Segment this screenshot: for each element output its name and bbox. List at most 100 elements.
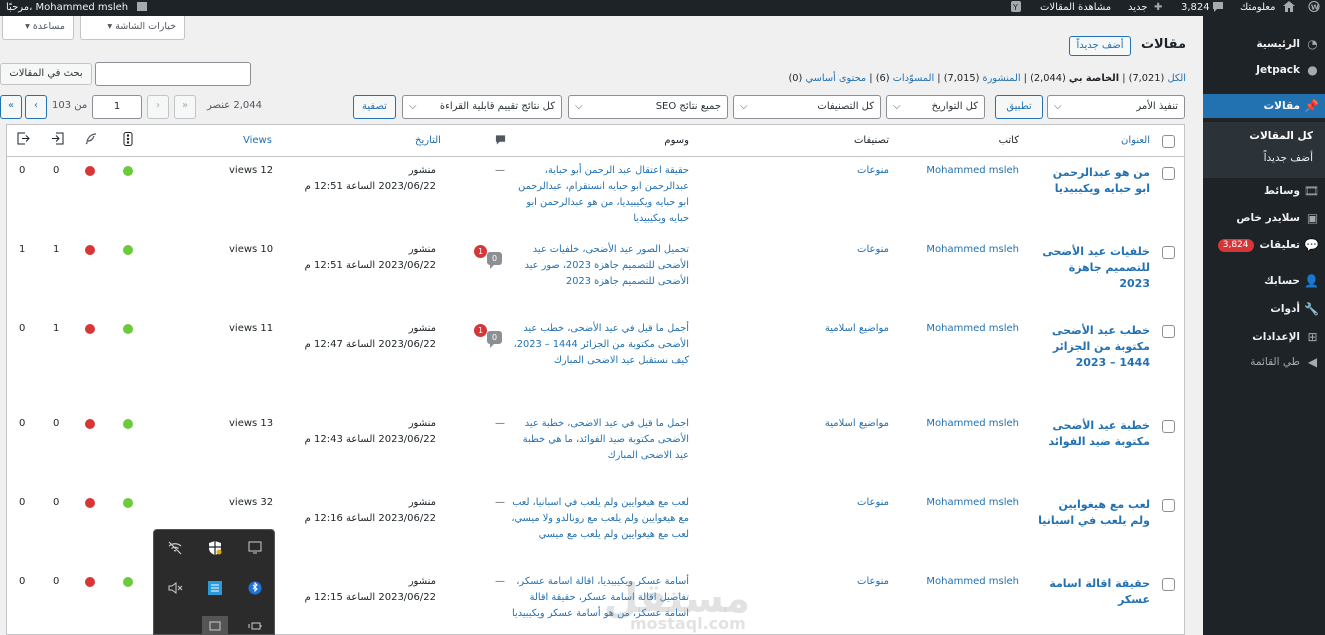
col-date[interactable]: التاريخ — [415, 125, 441, 156]
row-checkbox[interactable] — [1162, 167, 1175, 180]
post-title-link[interactable]: خلفيات عيد الأضحى للتصميم جاهزة 2023 — [1038, 244, 1150, 292]
seo-score-dot — [123, 245, 133, 255]
post-author[interactable]: Mohammed msleh — [926, 321, 1019, 337]
post-category[interactable]: منوعات — [857, 242, 889, 258]
wordpress-icon[interactable]: W — [1308, 0, 1320, 16]
internal-links-in: 0 — [53, 165, 60, 176]
submenu-all-posts[interactable]: كل المقالات — [1203, 130, 1325, 142]
post-author[interactable]: Mohammed msleh — [926, 242, 1019, 258]
yoast-icon[interactable]: Y — [1010, 0, 1022, 16]
post-tags[interactable]: اجمل ما قيل في عيد الاضحى، خطبة عيد الأض… — [509, 416, 689, 464]
filter-mine[interactable]: الخاصة بي — [1069, 73, 1119, 84]
dashboard-icon: ◔ — [1307, 37, 1318, 51]
categories-select[interactable]: كل التصنيفات ⌵ — [733, 95, 881, 119]
user-greeting[interactable]: مرحبًا، Mohammed msleh — [6, 0, 128, 16]
post-date: 2023/06/22 الساعة 12:51 م — [304, 181, 436, 192]
post-title-link[interactable]: خطب عيد الأضحى مكتوبة من الجزائر 1444 – … — [1038, 323, 1150, 371]
monitor-icon[interactable] — [244, 540, 266, 562]
seo-select[interactable]: جميع نتائج SEO ⌵ — [568, 95, 728, 119]
post-title-link[interactable]: لعب مع هيغوايين ولم يلعب في اسبانيا — [1038, 497, 1150, 529]
select-all-checkbox[interactable] — [1162, 135, 1175, 148]
dates-select[interactable]: كل التواريخ ⌵ — [886, 95, 985, 119]
add-new-button[interactable]: أضف جديداً — [1069, 36, 1131, 56]
readability-select[interactable]: كل نتائج تقييم قابلية القراءة ⌵ — [402, 95, 562, 119]
comment-bubble-icon[interactable]: 0 — [487, 331, 502, 348]
post-category[interactable]: مواضيع اسلامية — [825, 321, 889, 337]
post-tags[interactable]: تحميل الصور عيد الأضحى، خلفيات عيد الأضح… — [509, 242, 689, 290]
security-shield-icon[interactable] — [204, 540, 226, 562]
comment-icon[interactable] — [1212, 0, 1224, 16]
plus-icon[interactable]: ✚ — [1154, 0, 1162, 16]
row-checkbox[interactable] — [1162, 578, 1175, 591]
post-author[interactable]: Mohammed msleh — [926, 416, 1019, 432]
chevron-down-icon: ⌵ — [409, 101, 417, 112]
app-tray-icon[interactable] — [204, 580, 226, 602]
post-tags[interactable]: أجمل ما قيل في عيد الأضحى، خطب عيد الأضح… — [509, 321, 689, 369]
row-checkbox[interactable] — [1162, 420, 1175, 433]
view-posts-link[interactable]: مشاهدة المقالات — [1040, 0, 1111, 16]
filter-cornerstone[interactable]: محتوى أساسي — [805, 73, 866, 84]
search-button[interactable]: بحث في المقالات — [0, 63, 92, 85]
readability-score-dot — [85, 324, 95, 334]
menu-settings[interactable]: ⊞ الإعدادات — [1203, 325, 1325, 349]
prev-page-button[interactable]: ‹ — [147, 95, 169, 119]
filter-button[interactable]: تصفية — [353, 95, 396, 119]
settings-icon: ⊞ — [1307, 330, 1318, 344]
post-title-link[interactable]: حقيقة اقالة اسامة عسكر — [1038, 576, 1150, 608]
no-wifi-icon[interactable] — [164, 540, 186, 562]
post-title-link[interactable]: من هو عبدالرحمن ابو حبايه ويكيبيديا — [1038, 165, 1150, 197]
filter-drafts[interactable]: المسوّدات — [893, 73, 934, 84]
post-category[interactable]: منوعات — [857, 495, 889, 511]
home-icon[interactable] — [1283, 0, 1295, 16]
last-page-button[interactable]: » — [0, 95, 22, 119]
post-views: views 10 — [229, 244, 274, 255]
row-checkbox[interactable] — [1162, 246, 1175, 259]
post-tags[interactable]: لعب مع هيغوايين ولم يلعب في اسبانيا، لعب… — [509, 495, 689, 543]
col-views[interactable]: Views — [243, 125, 272, 156]
new-content-label[interactable]: جديد — [1128, 0, 1147, 16]
menu-slider[interactable]: ▣ سلايدر خاص — [1203, 206, 1325, 230]
site-name[interactable]: معلومتك — [1240, 0, 1275, 16]
submenu-add-new[interactable]: أضف جديداً — [1203, 152, 1325, 164]
table-row: خطبة عيد الأضحى مكتوبة ضيد الفوائد Mohamm… — [7, 410, 1184, 489]
menu-home[interactable]: ◔ الرئيسية — [1203, 32, 1325, 56]
apply-button[interactable]: تطبيق — [995, 95, 1043, 119]
search-input[interactable] — [95, 62, 251, 86]
first-page-button[interactable]: « — [174, 95, 196, 119]
filter-published[interactable]: المنشورة — [983, 73, 1021, 84]
internal-links-out: 0 — [19, 323, 26, 334]
comments-count[interactable]: 3,824 — [1181, 0, 1210, 16]
window-icon[interactable] — [202, 616, 228, 635]
next-page-button[interactable]: › — [25, 95, 47, 119]
comment-bubble-icon[interactable]: 0 — [487, 252, 502, 269]
screen-options-button[interactable]: خيارات الشاشة ▾ — [80, 16, 185, 40]
post-category[interactable]: مواضيع اسلامية — [825, 416, 889, 432]
notes-icon[interactable] — [136, 0, 148, 16]
menu-comments[interactable]: 💬 تعليقات 3,824 — [1203, 233, 1325, 257]
menu-tools[interactable]: 🔧 أدوات — [1203, 297, 1325, 321]
row-checkbox[interactable] — [1162, 325, 1175, 338]
mute-speaker-icon[interactable] — [164, 580, 186, 602]
help-button[interactable]: مساعدة ▾ — [2, 16, 74, 40]
bulk-action-select[interactable]: تنفيذ الأمر ⌵ — [1047, 95, 1185, 119]
post-author[interactable]: Mohammed msleh — [926, 574, 1019, 590]
post-author[interactable]: Mohammed msleh — [926, 495, 1019, 511]
power-plug-icon[interactable] — [244, 618, 266, 635]
post-title-link[interactable]: خطبة عيد الأضحى مكتوبة ضيد الفوائد — [1038, 418, 1151, 450]
menu-posts[interactable]: 📌 مقالات — [1197, 94, 1325, 118]
menu-account[interactable]: 👤 حسابك — [1203, 269, 1325, 293]
post-tags[interactable]: حقيقة اعتقال عبد الرحمن أبو حباية، عبدال… — [509, 163, 689, 227]
post-category[interactable]: منوعات — [857, 574, 889, 590]
filter-all[interactable]: الكل — [1167, 73, 1186, 84]
menu-jetpack[interactable]: ● Jetpack — [1203, 58, 1325, 82]
post-author[interactable]: Mohammed msleh — [926, 163, 1019, 179]
row-checkbox[interactable] — [1162, 499, 1175, 512]
menu-media[interactable]: 🎞 وسائط — [1203, 179, 1325, 203]
bluetooth-icon[interactable] — [244, 580, 266, 602]
post-category[interactable]: منوعات — [857, 163, 889, 179]
menu-comments-label: تعليقات — [1259, 239, 1301, 251]
col-title[interactable]: العنوان — [1121, 125, 1150, 156]
current-page-input[interactable]: 1 — [92, 95, 142, 119]
comments-column-icon[interactable] — [495, 125, 506, 156]
collapse-menu[interactable]: ◀ طي القائمة — [1203, 350, 1325, 374]
